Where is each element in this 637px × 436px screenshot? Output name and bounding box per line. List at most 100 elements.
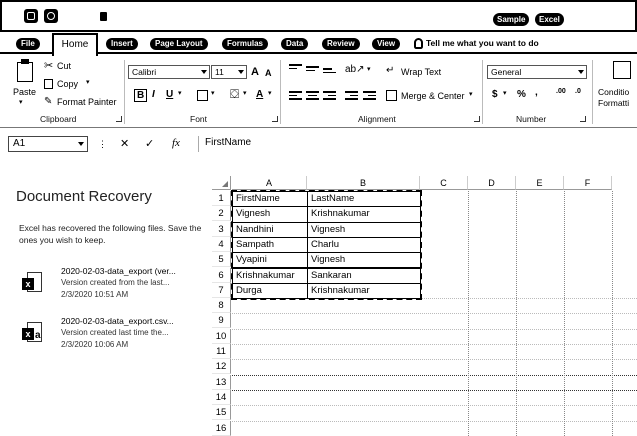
row-header-3[interactable]: 3: [212, 221, 231, 237]
cell-a7[interactable]: Durga: [232, 282, 308, 300]
align-top-icon[interactable]: [289, 64, 302, 71]
decrease-indent-icon[interactable]: [345, 91, 358, 102]
tab-review[interactable]: Review: [322, 38, 360, 50]
font-name-select[interactable]: Calibri: [128, 65, 210, 79]
row-header-7[interactable]: 7: [212, 282, 231, 298]
formula-bar-grip-icon[interactable]: ⋮: [98, 139, 107, 150]
recovered-file-item[interactable]: xa 2020-02-03-data_export.csv... Version…: [18, 314, 208, 358]
align-right-icon[interactable]: [323, 91, 336, 102]
cell-b4[interactable]: Charlu: [307, 236, 421, 254]
cell-a6[interactable]: Krishnakumar: [232, 267, 308, 284]
conditional-label-1: Conditio: [598, 87, 630, 97]
row-header-9[interactable]: 9: [212, 313, 231, 329]
cell-b6[interactable]: Sankaran: [307, 267, 421, 284]
insert-function-icon[interactable]: fx: [172, 137, 180, 149]
recovered-file-item[interactable]: x 2020-02-03-data_export (ver... Version…: [18, 264, 208, 308]
cell-b5[interactable]: Vignesh: [307, 252, 421, 269]
recovery-description: Excel has recovered the following files.…: [19, 223, 202, 245]
font-launcher-icon[interactable]: [272, 116, 278, 122]
fill-color-icon[interactable]: ⛋: [230, 87, 239, 102]
underline-button[interactable]: U: [166, 89, 173, 100]
undo-icon[interactable]: [44, 9, 58, 23]
grow-font-button[interactable]: A: [251, 66, 259, 78]
tab-file[interactable]: File: [16, 38, 40, 50]
row-header-6[interactable]: 6: [212, 267, 231, 283]
font-color-icon[interactable]: A: [256, 89, 263, 100]
decrease-decimal-button[interactable]: .0: [575, 88, 581, 96]
orientation-dropdown-icon[interactable]: ▾: [367, 65, 371, 73]
enter-icon[interactable]: ✓: [145, 137, 154, 150]
increase-indent-icon[interactable]: [363, 91, 376, 102]
name-box[interactable]: A1: [8, 136, 88, 152]
chevron-down-icon: [578, 70, 584, 74]
row-header-1[interactable]: 1: [212, 191, 231, 206]
row-header-14[interactable]: 14: [212, 389, 231, 405]
italic-button[interactable]: I: [152, 89, 155, 100]
borders-icon[interactable]: [197, 90, 208, 101]
tab-home[interactable]: Home: [52, 33, 98, 56]
clipboard-launcher-icon[interactable]: [116, 116, 122, 122]
number-launcher-icon[interactable]: [580, 116, 586, 122]
gridline: [232, 328, 637, 330]
tab-formulas[interactable]: Formulas: [222, 38, 269, 50]
gridline: [232, 344, 637, 345]
cell-a4[interactable]: Sampath: [232, 236, 308, 254]
column-header-a[interactable]: A: [232, 176, 307, 190]
row-header-12[interactable]: 12: [212, 359, 231, 375]
cell-b3[interactable]: Vignesh: [307, 221, 421, 238]
align-left-icon[interactable]: [289, 91, 302, 102]
align-bottom-icon[interactable]: [323, 68, 336, 75]
wrap-text-label: Wrap Text: [401, 67, 442, 77]
tab-page-layout[interactable]: Page Layout: [150, 38, 208, 50]
cell-a1[interactable]: FirstName: [232, 191, 308, 208]
bold-button[interactable]: B: [134, 89, 148, 102]
row-header-4[interactable]: 4: [212, 236, 231, 252]
column-header-c[interactable]: C: [420, 176, 468, 190]
worksheet-grid[interactable]: A B C D E F 1 2 3 4 5 6 7 8 9 10 11 12 13 14 15 16 FirstName La…: [212, 176, 637, 436]
row-header-10[interactable]: 10: [212, 328, 231, 344]
row-header-15[interactable]: 15: [212, 405, 231, 421]
tell-me-search[interactable]: Tell me what you want to do: [414, 36, 539, 50]
fill-color-dropdown-icon[interactable]: ▾: [243, 89, 247, 97]
orientation-icon[interactable]: ab↗: [345, 64, 365, 75]
formula-input[interactable]: FirstName: [198, 136, 634, 152]
percent-button[interactable]: %: [517, 89, 526, 100]
column-header-d[interactable]: D: [468, 176, 516, 190]
row-header-11[interactable]: 11: [212, 344, 231, 359]
shrink-font-button[interactable]: A: [265, 68, 272, 78]
row-header-5[interactable]: 5: [212, 252, 231, 268]
underline-dropdown-icon[interactable]: ▾: [178, 89, 182, 97]
align-center-icon[interactable]: [306, 91, 319, 102]
cell-a5[interactable]: Vyapini: [232, 252, 308, 269]
number-format-select[interactable]: General: [487, 65, 587, 79]
cancel-icon[interactable]: ✕: [120, 137, 129, 150]
cell-a3[interactable]: Nandhini: [232, 221, 308, 238]
currency-dropdown-icon[interactable]: ▾: [503, 89, 507, 97]
column-header-b[interactable]: B: [307, 176, 420, 190]
select-all-button[interactable]: [212, 176, 231, 190]
cell-b2[interactable]: Krishnakumar: [307, 206, 421, 223]
font-color-dropdown-icon[interactable]: ▾: [268, 89, 272, 97]
alignment-launcher-icon[interactable]: [474, 116, 480, 122]
row-header-2[interactable]: 2: [212, 206, 231, 222]
tab-view[interactable]: View: [372, 38, 401, 50]
increase-decimal-button[interactable]: .00: [556, 88, 566, 96]
customize-toolbar-icon[interactable]: [100, 12, 107, 21]
tab-data[interactable]: Data: [281, 38, 309, 50]
row-header-8[interactable]: 8: [212, 298, 231, 314]
row-header-13[interactable]: 13: [212, 374, 231, 390]
cell-b7[interactable]: Krishnakumar: [307, 282, 421, 300]
currency-button[interactable]: $: [492, 89, 498, 100]
borders-dropdown-icon[interactable]: ▾: [211, 89, 215, 97]
gridline: [468, 191, 469, 436]
comma-button[interactable]: ,: [535, 87, 538, 98]
save-icon[interactable]: [24, 9, 38, 23]
align-middle-icon[interactable]: [306, 66, 319, 73]
column-header-e[interactable]: E: [516, 176, 564, 190]
column-header-f[interactable]: F: [564, 176, 612, 190]
row-header-16[interactable]: 16: [212, 420, 231, 436]
tab-insert[interactable]: Insert: [106, 38, 138, 50]
font-size-select[interactable]: 11: [211, 65, 247, 79]
cell-b1[interactable]: LastName: [307, 191, 421, 208]
cell-a2[interactable]: Vignesh: [232, 206, 308, 223]
